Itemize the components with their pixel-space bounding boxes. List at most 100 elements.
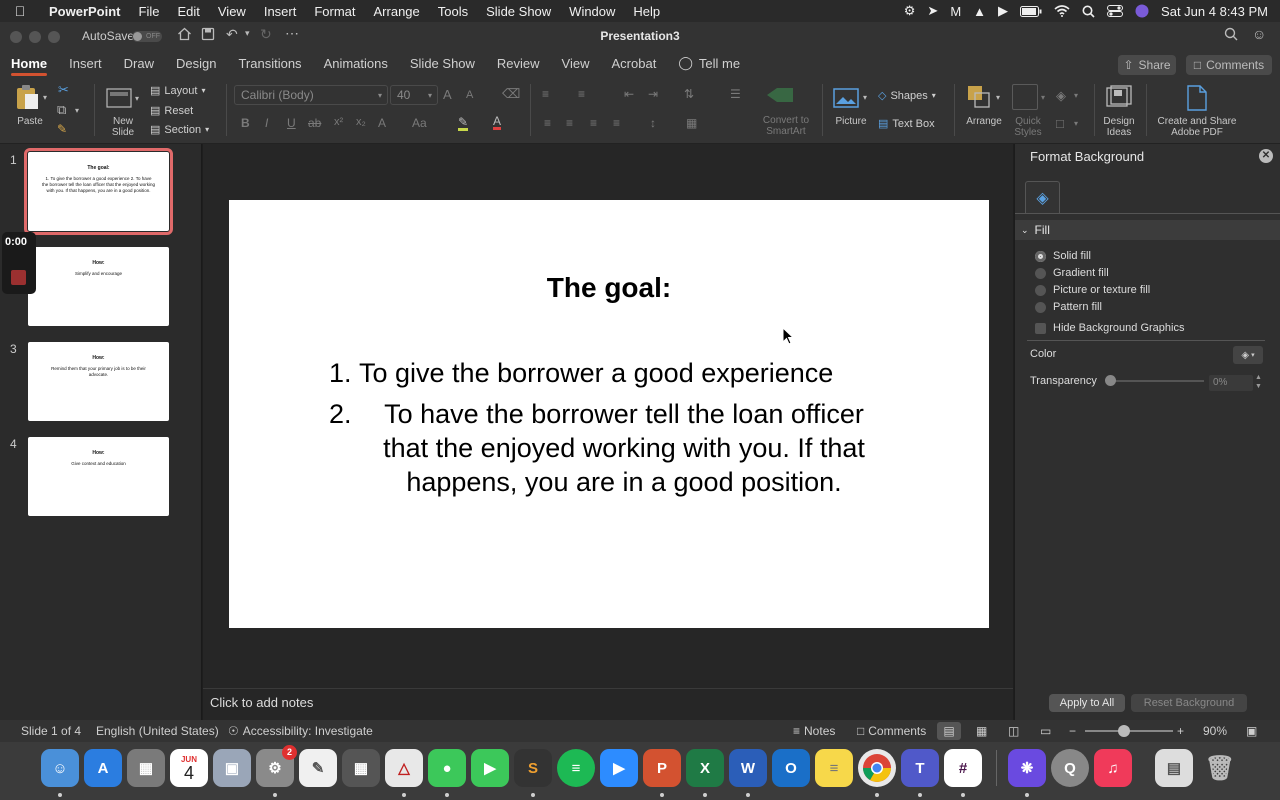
menu-window[interactable]: Window (560, 4, 624, 19)
paste-icon[interactable] (14, 84, 40, 113)
tell-me[interactable]: ◯ Tell me (667, 50, 751, 76)
underline-icon[interactable]: U (287, 116, 296, 130)
slideshow-view-icon[interactable]: ▭ (1040, 724, 1051, 738)
copy-icon[interactable]: ⧉ (57, 102, 66, 118)
align-text-icon[interactable]: ▦ (686, 116, 697, 130)
layout-button[interactable]: ▤ Layout ▾ (150, 84, 205, 98)
quicktime-icon[interactable]: Q (1051, 749, 1089, 787)
menu-app-name[interactable]: PowerPoint (40, 4, 130, 19)
font-size-select[interactable]: 40 ▾ (390, 85, 438, 105)
bold-icon[interactable]: B (241, 116, 250, 130)
notes-area[interactable]: Click to add notes (203, 688, 1013, 720)
notes-button[interactable]: ≡ Notes (793, 724, 835, 738)
new-slide-dropdown-icon[interactable]: ▾ (135, 94, 139, 103)
sublime-text-icon[interactable]: S (514, 749, 552, 787)
fill-tab-icon[interactable]: ◈ (1025, 181, 1060, 213)
zoom-out-icon[interactable]: − (1069, 724, 1076, 738)
cut-icon[interactable]: ✂ (58, 82, 69, 98)
gradient-fill-option[interactable]: Gradient fill (1035, 267, 1109, 279)
picture-dropdown-icon[interactable]: ▾ (863, 93, 867, 102)
slide-thumbnail-1[interactable]: The goal: 1. To give the borrower a good… (24, 148, 173, 235)
trash-icon[interactable]: 🗑 (1201, 749, 1239, 787)
slide-title[interactable]: The goal: (229, 272, 989, 304)
change-case-icon[interactable]: Aa (412, 116, 427, 130)
zoom-in-icon[interactable]: + (1177, 724, 1184, 738)
apple-icon[interactable]:  (0, 3, 40, 19)
tab-home[interactable]: Home (0, 50, 58, 76)
new-slide-icon[interactable] (106, 86, 134, 113)
shape-outline-icon[interactable]: □ (1056, 116, 1064, 131)
acrobat-icon[interactable]: △ (385, 749, 423, 787)
decrease-indent-icon[interactable]: ⇤ (624, 87, 634, 101)
italic-icon[interactable]: I (265, 116, 268, 130)
menu-edit[interactable]: Edit (168, 4, 208, 19)
format-painter-icon[interactable]: ✎ (57, 122, 67, 136)
app-store-icon[interactable]: A (84, 749, 122, 787)
increase-font-icon[interactable]: A (443, 87, 452, 102)
line-spacing-icon[interactable]: ⇅ (684, 87, 694, 101)
spotify-icon[interactable]: ≡ (557, 749, 595, 787)
menu-slide-show[interactable]: Slide Show (477, 4, 560, 19)
powerpoint-icon[interactable]: P (643, 749, 681, 787)
highlight-icon[interactable]: ✎ (458, 116, 469, 131)
tab-animations[interactable]: Animations (313, 50, 399, 76)
chrome-icon[interactable] (858, 749, 896, 787)
justify-icon[interactable]: ≡ (613, 116, 620, 130)
copy-dropdown-icon[interactable]: ▾ (75, 106, 79, 115)
slide-body[interactable]: 1. To give the borrower a good experience… (329, 356, 889, 499)
finder-icon[interactable]: ☺ (41, 749, 79, 787)
word-icon[interactable]: W (729, 749, 767, 787)
pattern-fill-option[interactable]: Pattern fill (1035, 301, 1102, 313)
calendar-icon[interactable]: JUN 4 (170, 749, 208, 787)
stop-record-icon[interactable] (11, 270, 26, 285)
screen-recorder-icon[interactable]: ❋ (1008, 749, 1046, 787)
malwarebytes-icon[interactable]: M (950, 4, 961, 19)
align-center-icon[interactable]: ≡ (566, 116, 573, 130)
align-right-icon[interactable]: ≡ (590, 116, 597, 130)
share-button[interactable]: ⇧ Share (1118, 55, 1176, 75)
recording-widget[interactable]: 0:00 (2, 232, 36, 294)
tab-view[interactable]: View (551, 50, 601, 76)
system-settings-icon[interactable]: ⚙ 2 (256, 745, 297, 787)
current-slide[interactable]: The goal: 1. To give the borrower a good … (229, 200, 989, 628)
close-pane-icon[interactable]: ✕ (1259, 149, 1273, 163)
menu-help[interactable]: Help (624, 4, 669, 19)
fit-to-window-icon[interactable]: ▣ (1246, 724, 1257, 738)
reading-view-icon[interactable]: ◫ (1008, 724, 1019, 738)
shape-fill-dropdown-icon[interactable]: ▾ (1074, 91, 1078, 100)
gear-status-icon[interactable]: ⚙ (904, 3, 916, 19)
control-center-icon[interactable] (1107, 5, 1124, 17)
clear-format-icon[interactable]: ⌫ (502, 86, 520, 102)
convert-smartart-label[interactable]: Convert to SmartArt (752, 115, 820, 137)
slide-sorter-icon[interactable]: ▦ (976, 724, 987, 738)
menu-tools[interactable]: Tools (429, 4, 477, 19)
decrease-font-icon[interactable]: A (466, 89, 473, 101)
text-direction-icon[interactable]: ↕ (650, 116, 656, 130)
create-share-pdf-label[interactable]: Create and Share Adobe PDF (1152, 116, 1242, 138)
arrange-icon[interactable] (966, 84, 992, 113)
launchpad-icon[interactable]: ▦ (127, 749, 165, 787)
slide-thumbnail-2[interactable]: How: Simplify and encourage (28, 247, 169, 326)
language-indicator[interactable]: English (United States) (96, 724, 219, 738)
calculator-icon[interactable]: ▦ (342, 749, 380, 787)
tab-acrobat[interactable]: Acrobat (601, 50, 668, 76)
picture-fill-radio[interactable] (1035, 284, 1046, 296)
solid-fill-radio[interactable] (1035, 250, 1046, 262)
transparency-stepper[interactable]: ▲ ▼ (1255, 373, 1262, 391)
arrange-dropdown-icon[interactable]: ▾ (996, 93, 1000, 102)
smartart-icon[interactable] (765, 86, 795, 107)
menu-arrange[interactable]: Arrange (365, 4, 429, 19)
tab-insert[interactable]: Insert (58, 50, 113, 76)
quick-styles-dropdown-icon[interactable]: ▾ (1041, 93, 1045, 102)
superscript-icon[interactable]: x² (334, 116, 343, 128)
tab-slide-show[interactable]: Slide Show (399, 50, 486, 76)
outlook-icon[interactable]: O (772, 749, 810, 787)
slide-thumbnail-4[interactable]: How: Give context and education (28, 437, 169, 516)
align-left-icon[interactable]: ≡ (544, 116, 551, 130)
tab-review[interactable]: Review (486, 50, 551, 76)
menu-file[interactable]: File (130, 4, 169, 19)
wifi-icon[interactable] (1054, 5, 1070, 17)
pattern-fill-radio[interactable] (1035, 301, 1046, 313)
textbox-button[interactable]: ▤ Text Box (878, 117, 935, 131)
facetime-icon[interactable]: ▶ (471, 749, 509, 787)
